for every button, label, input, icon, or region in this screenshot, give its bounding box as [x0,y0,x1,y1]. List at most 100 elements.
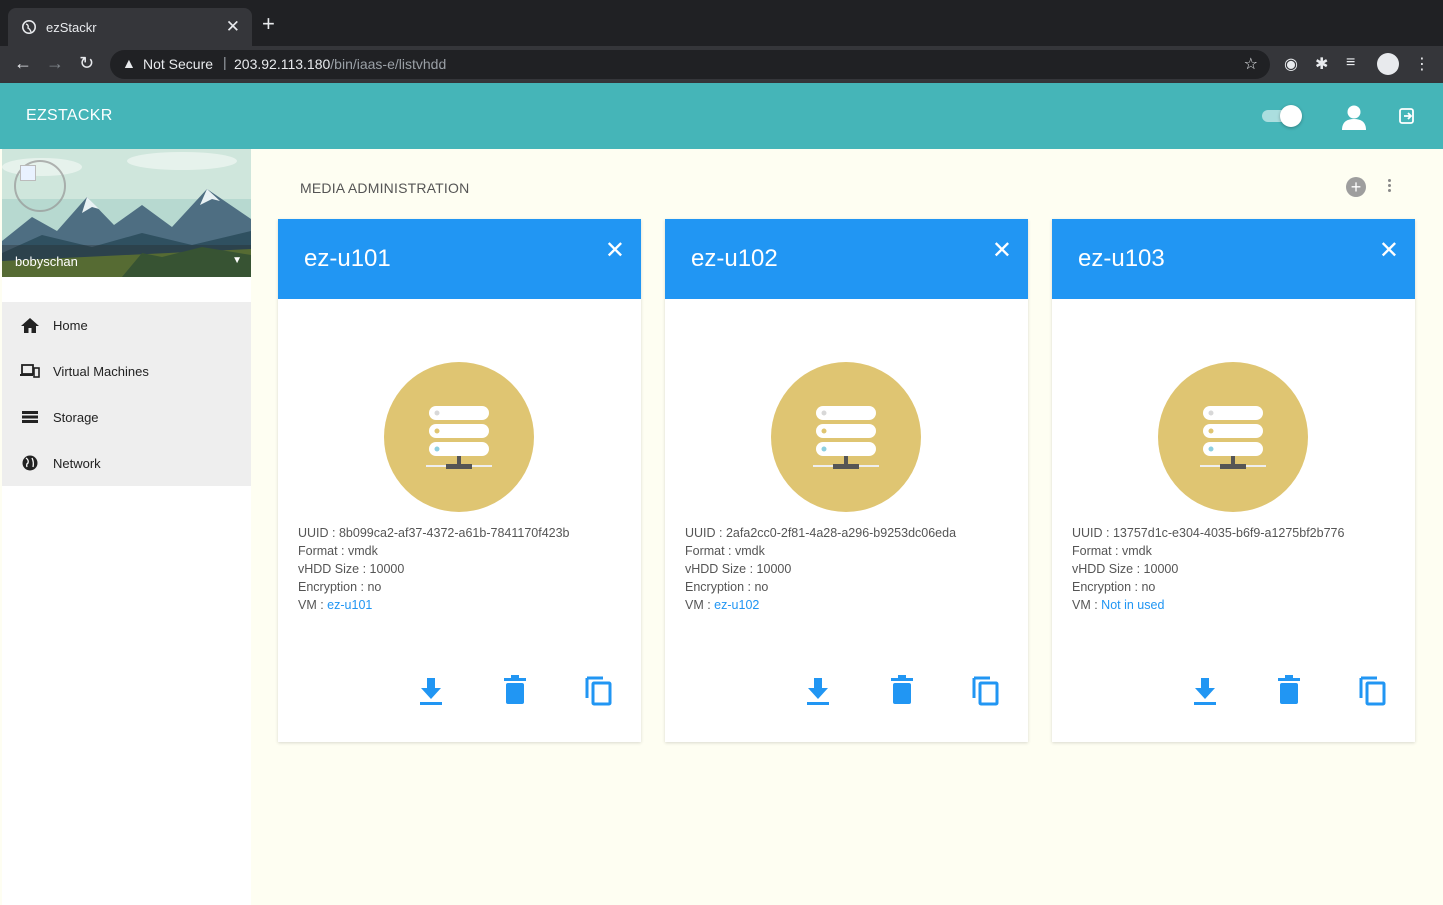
address-bar[interactable]: ▲ Not Secure | 203.92.113.180/bin/iaas-e… [110,50,1270,79]
profile-avatar[interactable] [1377,53,1399,75]
uuid-value: 2afa2cc0-2f81-4a28-a296-b9253dc06eda [725,526,957,540]
broken-image-icon [20,165,36,181]
download-icon[interactable] [416,674,446,706]
close-icon[interactable]: ✕ [1379,239,1399,263]
sidebar-item-storage[interactable]: Storage [2,394,251,440]
browser-menu-icon[interactable]: ⋮ [1414,54,1430,74]
app-bar: EZSTACKR [0,83,1443,149]
media-info: UUID : 13757d1c-e304-4035-b6f9-a1275bf2b… [1072,524,1344,614]
tab-strip: ezStackr ✕ + [0,0,1443,46]
delete-icon[interactable] [500,674,530,706]
extensions-icon[interactable]: ✱ [1315,54,1328,74]
uuid-value: 13757d1c-e304-4035-b6f9-a1275bf2b776 [1112,526,1345,540]
bookmark-star-icon[interactable]: ☆ [1244,54,1258,74]
media-card: ez-u102 ✕ UUID : 2afa2cc0-2f81-4a28-a296… [665,219,1028,742]
download-icon[interactable] [1190,674,1220,706]
vm-label: VM : [1072,598,1102,612]
vm-label: VM : [298,598,328,612]
format-value: vmdk [348,544,378,558]
size-label: vHDD Size : [685,562,757,576]
format-value: vmdk [735,544,765,558]
card-header: ez-u103 ✕ [1052,219,1415,299]
page-title: MEDIA ADMINISTRATION [300,180,470,196]
card-title: ez-u103 [1078,245,1165,272]
sidebar-item-label: Home [53,318,88,333]
globe-icon [22,455,38,471]
uuid-line: UUID : 8b099ca2-af37-4372-a61b-7841170f4… [298,524,570,542]
uuid-line: UUID : 2afa2cc0-2f81-4a28-a296-b9253dc06… [685,524,956,542]
back-icon[interactable]: ← [14,53,32,74]
server-icon [384,362,534,512]
size-line: vHDD Size : 10000 [298,560,570,578]
profile-banner: bobyschan ▼ [2,149,251,277]
close-icon[interactable]: ✕ [992,239,1012,263]
encryption-label: Encryption : [685,580,755,594]
media-card: ez-u103 ✕ UUID : 13757d1c-e304-4035-b6f9… [1052,219,1415,742]
vm-link[interactable]: ez-u101 [327,598,372,612]
server-icon [771,362,921,512]
card-title: ez-u102 [691,245,778,272]
vm-line: VM : ez-u102 [685,596,956,614]
card-title: ez-u101 [304,245,391,272]
browser-toolbar: ← → ↻ ▲ Not Secure | 203.92.113.180/bin/… [0,46,1443,83]
user-icon[interactable] [1340,103,1368,131]
size-line: vHDD Size : 10000 [685,560,956,578]
add-media-button[interactable]: + [1346,177,1366,197]
chevron-down-icon[interactable]: ▼ [232,255,242,266]
sidebar: bobyschan ▼ Home Virtual Machines Storag… [2,149,251,905]
media-icon[interactable]: ≡ [1346,54,1355,72]
new-tab-button[interactable]: + [262,13,275,35]
card-header: ez-u102 ✕ [665,219,1028,299]
theme-toggle[interactable] [1262,105,1302,127]
toggle-knob [1280,105,1302,127]
media-card: ez-u101 ✕ UUID : 8b099ca2-af37-4372-a61b… [278,219,641,742]
uuid-value: 8b099ca2-af37-4372-a61b-7841170f423b [338,526,570,540]
reload-icon[interactable]: ↻ [79,53,94,74]
home-icon [21,318,39,333]
sidebar-item-label: Network [53,456,101,471]
card-header: ez-u101 ✕ [278,219,641,299]
security-label: Not Secure [143,56,214,72]
vm-link[interactable]: Not in used [1101,598,1164,612]
sidebar-item-label: Virtual Machines [53,364,149,379]
logout-icon[interactable] [1398,107,1416,125]
delete-icon[interactable] [887,674,917,706]
storage-icon [22,411,38,423]
record-icon[interactable]: ◉ [1284,54,1298,74]
user-strip[interactable]: bobyschan ▼ [2,245,251,277]
brand-title: EZSTACKR [26,107,113,124]
forward-icon[interactable]: → [46,53,64,74]
media-info: UUID : 8b099ca2-af37-4372-a61b-7841170f4… [298,524,570,614]
copy-icon[interactable] [970,674,1000,706]
format-line: Format : vmdk [1072,542,1344,560]
format-line: Format : vmdk [298,542,570,560]
card-actions [665,674,1028,710]
card-actions [1052,674,1415,710]
browser-chrome: ezStackr ✕ + ← → ↻ ▲ Not Secure | 203.92… [0,0,1443,83]
format-label: Format : [298,544,349,558]
sidebar-item-home[interactable]: Home [2,302,251,348]
encryption-line: Encryption : no [685,578,956,596]
download-icon[interactable] [803,674,833,706]
format-label: Format : [685,544,736,558]
more-options-icon[interactable] [1384,177,1394,197]
size-label: vHDD Size : [298,562,370,576]
close-icon[interactable]: ✕ [605,239,625,263]
page-area: bobyschan ▼ Home Virtual Machines Storag… [0,149,1443,905]
username: bobyschan [15,254,78,269]
vm-label: VM : [685,598,715,612]
copy-icon[interactable] [1357,674,1387,706]
url-host: 203.92.113.180 [234,56,331,72]
delete-icon[interactable] [1274,674,1304,706]
close-tab-icon[interactable]: ✕ [226,17,240,37]
sidebar-menu: Home Virtual Machines Storage Network [2,302,251,486]
vm-link[interactable]: ez-u102 [714,598,759,612]
tab-title: ezStackr [46,20,97,35]
sidebar-item-label: Storage [53,410,99,425]
browser-tab[interactable]: ezStackr ✕ [8,8,252,46]
size-line: vHDD Size : 10000 [1072,560,1344,578]
copy-icon[interactable] [583,674,613,706]
sidebar-item-network[interactable]: Network [2,440,251,486]
warning-icon: ▲ [122,55,136,71]
sidebar-item-virtual-machines[interactable]: Virtual Machines [2,348,251,394]
